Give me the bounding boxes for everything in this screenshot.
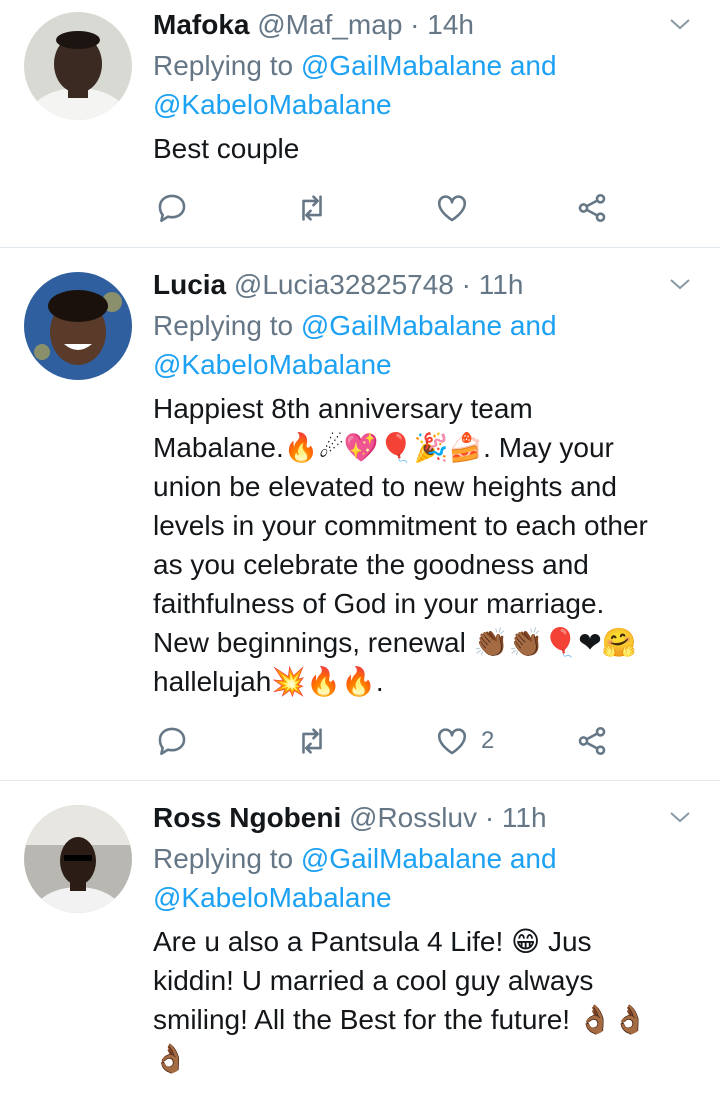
share-icon [578, 193, 606, 223]
mention-link[interactable]: @KabeloMabalane [153, 349, 392, 380]
tweet-actions: 2 [153, 721, 623, 761]
heart-icon [437, 728, 467, 755]
tweet-text-line: smiling! All the Best for the future! 👌🏾… [153, 1004, 648, 1035]
author-name[interactable]: Lucia [153, 269, 226, 300]
replying-prefix: Replying to [153, 843, 294, 874]
mention-and[interactable]: and [510, 310, 557, 341]
mention-link[interactable]: @GailMabalane [301, 843, 502, 874]
tweet-text: Best couple [153, 133, 300, 164]
mention-and[interactable]: and [510, 50, 557, 81]
mention-link[interactable]: @KabeloMabalane [153, 89, 392, 120]
timestamp[interactable]: 11h [502, 802, 547, 833]
replying-to: Replying to @GailMabalane and @KabeloMab… [153, 46, 680, 124]
share-icon [578, 726, 606, 756]
avatar[interactable] [24, 12, 132, 120]
tweet-text-line: New beginnings, renewal 👏🏾👏🏾🎈❤🤗 [153, 627, 637, 658]
tweet-text-line: levels in your commitment to each other [153, 510, 648, 541]
heart-icon [437, 195, 467, 222]
retweet-button[interactable] [295, 188, 329, 228]
mention-link[interactable]: @GailMabalane [301, 310, 502, 341]
author-handle[interactable]: @Maf_map [257, 9, 402, 40]
tweet-text-line: Are u also a Pantsula 4 Life! 😁 Jus [153, 926, 592, 957]
replying-prefix: Replying to [153, 50, 294, 81]
mention-link[interactable]: @GailMabalane [301, 50, 502, 81]
tweet-text-line: as you celebrate the goodness and [153, 549, 589, 580]
separator: · [484, 802, 495, 833]
chevron-down-icon[interactable] [668, 805, 692, 829]
share-button[interactable] [575, 188, 609, 228]
chevron-down-icon[interactable] [668, 12, 692, 36]
separator: · [461, 269, 471, 300]
tweet-mafoka[interactable]: Mafoka @Maf_map · 14h Replying to @GailM… [0, 0, 720, 248]
author-name[interactable]: Mafoka [153, 9, 249, 40]
tweet-text-line: 👌🏾 [153, 1043, 188, 1074]
retweet-icon [302, 195, 322, 221]
separator: · [410, 9, 420, 40]
share-button[interactable] [575, 721, 609, 761]
tweet-text: Happiest 8th anniversary team Mabalane.🔥… [153, 389, 680, 701]
tweet-text-line: Happiest 8th anniversary team [153, 393, 533, 424]
like-button[interactable]: 2 [435, 721, 494, 761]
author-handle[interactable]: @Lucia32825748 [234, 269, 454, 300]
avatar[interactable] [24, 805, 132, 913]
author-handle[interactable]: @Rossluv [349, 802, 477, 833]
tweet-text: Are u also a Pantsula 4 Life! 😁 Jus kidd… [153, 922, 680, 1078]
retweet-icon [302, 728, 322, 754]
reply-button[interactable] [155, 721, 189, 761]
replying-to: Replying to @GailMabalane and @KabeloMab… [153, 306, 680, 384]
mention-and[interactable]: and [510, 843, 557, 874]
timestamp[interactable]: 11h [479, 269, 524, 300]
tweet-text-line: faithfulness of God in your marriage. [153, 588, 605, 619]
like-button[interactable] [435, 188, 481, 228]
tweet-lucia[interactable]: Lucia @Lucia32825748 · 11h Replying to @… [0, 248, 720, 781]
avatar-image [24, 805, 132, 913]
tweet-actions [153, 188, 623, 228]
retweet-button[interactable] [295, 721, 329, 761]
tweet-text-line: union be elevated to new heights and [153, 471, 617, 502]
reply-icon [158, 727, 186, 756]
reply-button[interactable] [155, 188, 189, 228]
reply-icon [158, 194, 186, 223]
tweet-text-line: kiddin! U married a cool guy always [153, 965, 594, 996]
tweet-header: Mafoka @Maf_map · 14h [153, 8, 680, 42]
avatar[interactable] [24, 272, 132, 380]
author-name[interactable]: Ross Ngobeni [153, 802, 341, 833]
like-count: 2 [481, 727, 495, 754]
tweet-header: Lucia @Lucia32825748 · 11h [153, 268, 680, 302]
mention-link[interactable]: @KabeloMabalane [153, 882, 392, 913]
tweet-header: Ross Ngobeni @Rossluv · 11h [153, 801, 680, 835]
replying-to: Replying to @GailMabalane and @KabeloMab… [153, 839, 680, 917]
avatar-image [24, 12, 132, 120]
tweet-text-line: Mabalane.🔥☄💖🎈🎉🍰. May your [153, 432, 614, 463]
replying-prefix: Replying to [153, 310, 294, 341]
avatar-image [24, 272, 132, 380]
tweet-text-line: hallelujah💥🔥🔥. [153, 666, 384, 697]
timestamp[interactable]: 14h [427, 9, 474, 40]
tweet-ross-ngobeni[interactable]: Ross Ngobeni @Rossluv · 11h Replying to … [0, 781, 720, 1098]
chevron-down-icon[interactable] [668, 272, 692, 296]
